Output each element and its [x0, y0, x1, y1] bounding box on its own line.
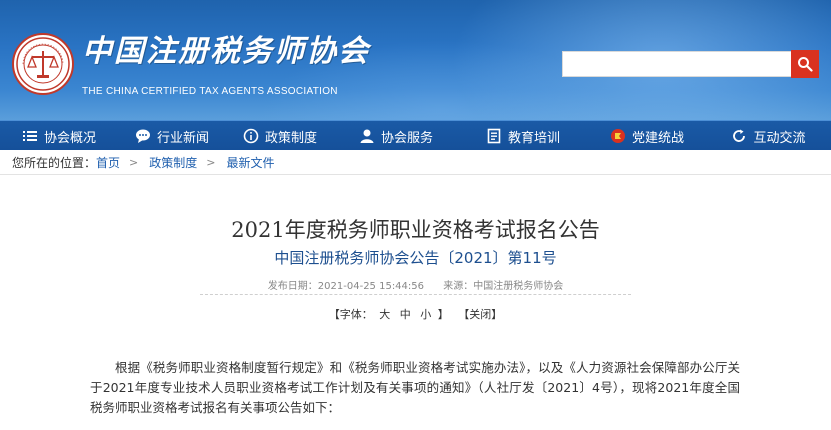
article-title: 2021年度税务师职业资格考试报名公告 — [231, 218, 600, 242]
font-size-small-button[interactable]: 小 — [420, 308, 431, 321]
nav-item-label: 教育培训 — [507, 130, 560, 146]
nav-item-label: 互动交流 — [753, 130, 806, 146]
publish-value: 2021-04-25 15:44:56 — [317, 281, 425, 292]
book-icon — [486, 128, 502, 144]
font-size-large-button[interactable]: 大 — [379, 308, 390, 321]
breadcrumb-latest[interactable]: 最新文件 — [226, 154, 274, 171]
chevron-right-icon: > — [206, 156, 216, 169]
chat-icon — [135, 128, 151, 144]
nav-item-interaction[interactable]: 互动交流 — [706, 121, 831, 151]
main-nav: 协会概况 行业新闻 政策制度 协会服务 教育培训 党建统战 互动交流 — [0, 120, 831, 150]
nav-item-label: 协会服务 — [380, 130, 433, 146]
nav-item-party[interactable]: 党建统战 — [588, 121, 706, 151]
publish-date: 发布日期：2021-04-25 15:44:56 — [268, 281, 424, 292]
refresh-icon — [731, 128, 747, 144]
font-size-medium-button[interactable]: 中 — [400, 308, 411, 321]
meta-divider — [200, 294, 631, 295]
nav-item-label: 协会概况 — [43, 130, 96, 146]
publish-label: 发布日期： — [267, 281, 318, 292]
font-size-end: 】 — [437, 308, 449, 321]
nav-item-about[interactable]: 协会概况 — [0, 121, 118, 151]
source-label: 来源： — [443, 281, 474, 292]
nav-item-label: 行业新闻 — [156, 130, 209, 146]
info-icon — [243, 128, 259, 144]
nav-item-training[interactable]: 教育培训 — [458, 121, 588, 151]
article-source: 来源：中国注册税务师协会 — [443, 281, 563, 292]
search-icon — [798, 57, 813, 72]
search-button[interactable] — [791, 50, 819, 78]
menu-icon — [22, 128, 38, 144]
article-paragraph: 根据《税务师职业资格制度暂行规定》和《税务师职业资格考试实施办法》，以及《人力资… — [90, 360, 740, 415]
breadcrumb: 您所在的位置： 首页 > 政策制度 > 最新文件 — [0, 151, 831, 175]
nav-item-news[interactable]: 行业新闻 — [118, 121, 226, 151]
nav-item-label: 党建统战 — [631, 130, 684, 146]
nav-item-label: 政策制度 — [264, 130, 317, 146]
user-icon — [359, 128, 375, 144]
article-subtitle: 中国注册税务师协会公告〔2021〕第11号 — [274, 249, 557, 267]
site-subtitle: THE CHINA CERTIFIED TAX AGENTS ASSOCIATI… — [82, 86, 338, 97]
font-size-tools: 【字体： 大 中 小 】 【关闭】 — [0, 306, 831, 322]
site-title[interactable]: 中国注册税务师协会 — [82, 26, 370, 74]
association-seal-icon[interactable] — [12, 33, 74, 95]
nav-item-services[interactable]: 协会服务 — [334, 121, 458, 151]
font-size-label: 【字体： — [328, 308, 373, 321]
breadcrumb-home[interactable]: 首页 — [96, 154, 120, 171]
article-body: 根据《税务师职业资格制度暂行规定》和《税务师职业资格考试实施办法》，以及《人力资… — [90, 358, 740, 418]
breadcrumb-prefix: 您所在的位置： — [12, 156, 97, 170]
source-value: 中国注册税务师协会 — [473, 281, 564, 292]
close-button[interactable]: 【关闭】 — [458, 308, 502, 321]
chevron-right-icon: > — [129, 156, 139, 169]
nav-item-policy[interactable]: 政策制度 — [226, 121, 334, 151]
site-header: 中国注册税务师协会 THE CHINA CERTIFIED TAX AGENTS… — [0, 0, 831, 120]
breadcrumb-policy[interactable]: 政策制度 — [149, 154, 197, 171]
flag-icon — [610, 128, 626, 144]
article-meta: 发布日期：2021-04-25 15:44:56 来源：中国注册税务师协会 — [0, 277, 831, 292]
search-input[interactable] — [562, 51, 792, 77]
